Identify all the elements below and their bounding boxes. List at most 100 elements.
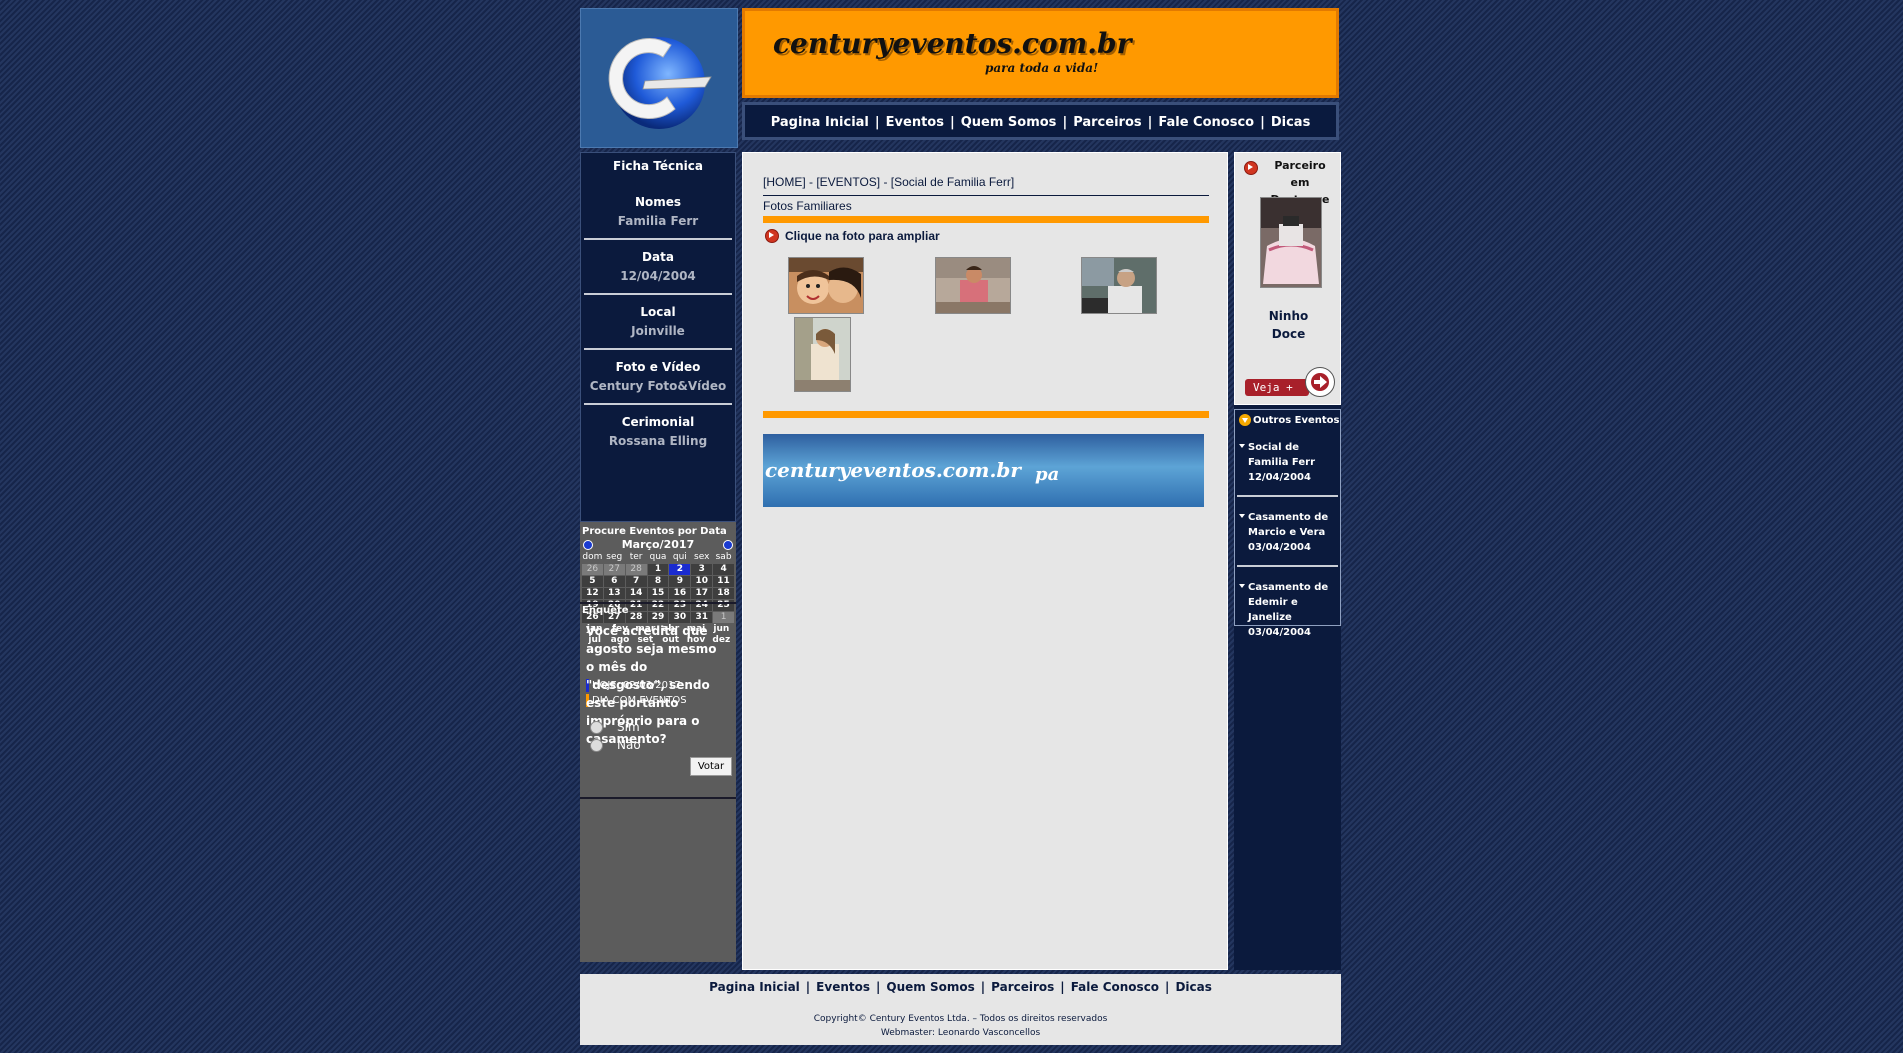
option-label: Não — [617, 738, 641, 752]
calendar-day[interactable]: 1 — [647, 564, 669, 575]
ficha-value: Rossana Elling — [608, 434, 708, 448]
calendar-day[interactable]: 17 — [691, 588, 713, 599]
next-month-icon[interactable] — [723, 540, 733, 550]
outros-title: Outros Eventos — [1239, 414, 1340, 426]
veja-mais-button[interactable]: Veja + — [1245, 379, 1309, 396]
event-link[interactable]: Casamento de Marcio e Vera 03/04/2004 — [1235, 510, 1340, 567]
brand-banner: centuryeventos.com.br para toda a vida! — [742, 8, 1339, 98]
enquete-option-sim[interactable]: Sim — [590, 720, 640, 734]
site-logo[interactable] — [580, 8, 738, 148]
nav-separator: | — [1165, 980, 1170, 994]
footer-link-pagina-inicial[interactable]: Pagina Inicial — [709, 980, 800, 994]
divider — [1237, 495, 1338, 497]
ficha-label: Nomes — [634, 195, 682, 209]
weekday-header: sab — [715, 552, 732, 562]
banner-tail: pa — [1035, 464, 1060, 485]
nav-separator: | — [805, 980, 811, 994]
calendar-day[interactable]: 27 — [603, 564, 625, 575]
calendar-day[interactable]: 12 — [582, 588, 603, 599]
calendar-day[interactable]: 18 — [713, 588, 734, 599]
chevron-down-icon — [1239, 414, 1251, 426]
nav-separator: | — [1147, 115, 1153, 130]
ficha-title: Ficha Técnica — [613, 159, 703, 173]
calendar-day[interactable]: 9 — [669, 576, 691, 587]
footer-link-quem-somos[interactable]: Quem Somos — [886, 980, 974, 994]
photo-thumbnail[interactable] — [1081, 257, 1157, 314]
arrow-bullet-icon — [765, 229, 779, 243]
ficha-value: 12/04/2004 — [620, 269, 696, 283]
weekday-header: seg — [606, 552, 623, 562]
copyright: Copyright© Century Eventos Ltda. – Todos… — [580, 1012, 1341, 1040]
event-link[interactable]: Casamento de Edemir e Janelize 03/04/200… — [1235, 580, 1340, 640]
calendar-day[interactable]: 6 — [603, 576, 625, 587]
photo-thumbnail[interactable] — [788, 257, 864, 314]
left-sidebar: Ficha Técnica Nomes Familia Ferr Data 12… — [580, 152, 736, 962]
brand-title: centuryeventos.com.br — [773, 27, 1132, 60]
ficha-item-cerimonial: Cerimonial Rossana Elling — [581, 415, 735, 448]
event-line1: Social de — [1248, 442, 1300, 453]
calendar-day[interactable]: 15 — [647, 588, 669, 599]
footer-link-fale-conosco[interactable]: Fale Conosco — [1071, 980, 1159, 994]
nav-quem-somos[interactable]: Quem Somos — [961, 115, 1057, 130]
footer: Pagina Inicial | Eventos | Quem Somos | Parcei… — [580, 974, 1341, 1045]
enquete-option-nao[interactable]: Não — [590, 738, 641, 752]
radio-nao[interactable] — [590, 738, 603, 752]
footer-link-dicas[interactable]: Dicas — [1175, 980, 1211, 994]
photo-thumbnail[interactable] — [935, 257, 1011, 314]
partner-image[interactable] — [1260, 197, 1322, 288]
ficha-value: Century Foto&Vídeo — [589, 379, 727, 393]
ficha-label: Foto e Vídeo — [615, 360, 701, 374]
nav-eventos[interactable]: Eventos — [886, 115, 944, 130]
nav-fale-conosco[interactable]: Fale Conosco — [1158, 115, 1254, 130]
weekday-header: sex — [694, 552, 710, 562]
calendar-day-today[interactable]: 2 — [669, 564, 691, 575]
event-line2: Marcio e Vera — [1248, 527, 1326, 538]
calendar-day[interactable]: 11 — [713, 576, 734, 587]
ficha-label: Cerimonial — [621, 415, 695, 429]
ficha-label: Data — [642, 250, 674, 264]
orange-divider — [763, 411, 1209, 418]
divider — [584, 348, 732, 350]
calendar-day[interactable]: 10 — [691, 576, 713, 587]
weekday-header: qui — [672, 552, 687, 562]
event-line1: Casamento de — [1248, 582, 1329, 593]
footer-link-parceiros[interactable]: Parceiros — [991, 980, 1054, 994]
calendar-day[interactable]: 16 — [669, 588, 691, 599]
triangle-bullet-icon — [1239, 444, 1245, 448]
breadcrumb[interactable]: [HOME] - [EVENTOS] - [Social de Familia … — [763, 175, 1014, 189]
ficha-item-local: Local Joinville — [581, 305, 735, 350]
promo-banner[interactable]: centuryeventos.com.br pa — [763, 434, 1204, 507]
calendar-day[interactable]: 26 — [582, 564, 603, 575]
weekday-header: qua — [649, 552, 667, 562]
calendar-day[interactable]: 28 — [625, 564, 647, 575]
votar-button[interactable]: Votar — [690, 757, 732, 776]
photo-thumbnail[interactable] — [794, 317, 851, 392]
event-link[interactable]: Social de Familia Ferr 12/04/2004 — [1235, 440, 1340, 497]
event-date: 03/04/2004 — [1248, 627, 1311, 638]
nav-parceiros[interactable]: Parceiros — [1073, 115, 1141, 130]
calendar-day[interactable]: 13 — [603, 588, 625, 599]
divider — [763, 195, 1209, 196]
nav-dicas[interactable]: Dicas — [1271, 115, 1310, 130]
page: centuryeventos.com.br para toda a vida! … — [580, 8, 1341, 1045]
calendar-day[interactable]: 7 — [625, 576, 647, 587]
veja-mais-arrow-icon[interactable] — [1305, 367, 1335, 397]
calendar-day[interactable]: 4 — [713, 564, 734, 575]
footer-link-eventos[interactable]: Eventos — [816, 980, 870, 994]
calendar-day[interactable]: 8 — [647, 576, 669, 587]
nav-separator: | — [876, 980, 881, 994]
radio-sim[interactable] — [590, 720, 603, 734]
calendar-day[interactable]: 14 — [625, 588, 647, 599]
hint-text: Clique na foto para ampliar — [785, 229, 940, 243]
weekday-header: ter — [629, 552, 643, 562]
nav-pagina-inicial[interactable]: Pagina Inicial — [771, 115, 869, 130]
enquete-title: Enquete — [582, 605, 629, 616]
banner-text: centuryeventos.com.br — [765, 458, 1021, 482]
ficha-item-data: Data 12/04/2004 — [581, 250, 735, 295]
webmaster-text: Webmaster: Leonardo Vasconcellos — [880, 1028, 1041, 1038]
nav-separator: | — [949, 115, 955, 130]
prev-month-icon[interactable] — [583, 540, 593, 550]
ficha-value: Familia Ferr — [617, 214, 699, 228]
calendar-day[interactable]: 5 — [582, 576, 603, 587]
calendar-day[interactable]: 3 — [691, 564, 713, 575]
